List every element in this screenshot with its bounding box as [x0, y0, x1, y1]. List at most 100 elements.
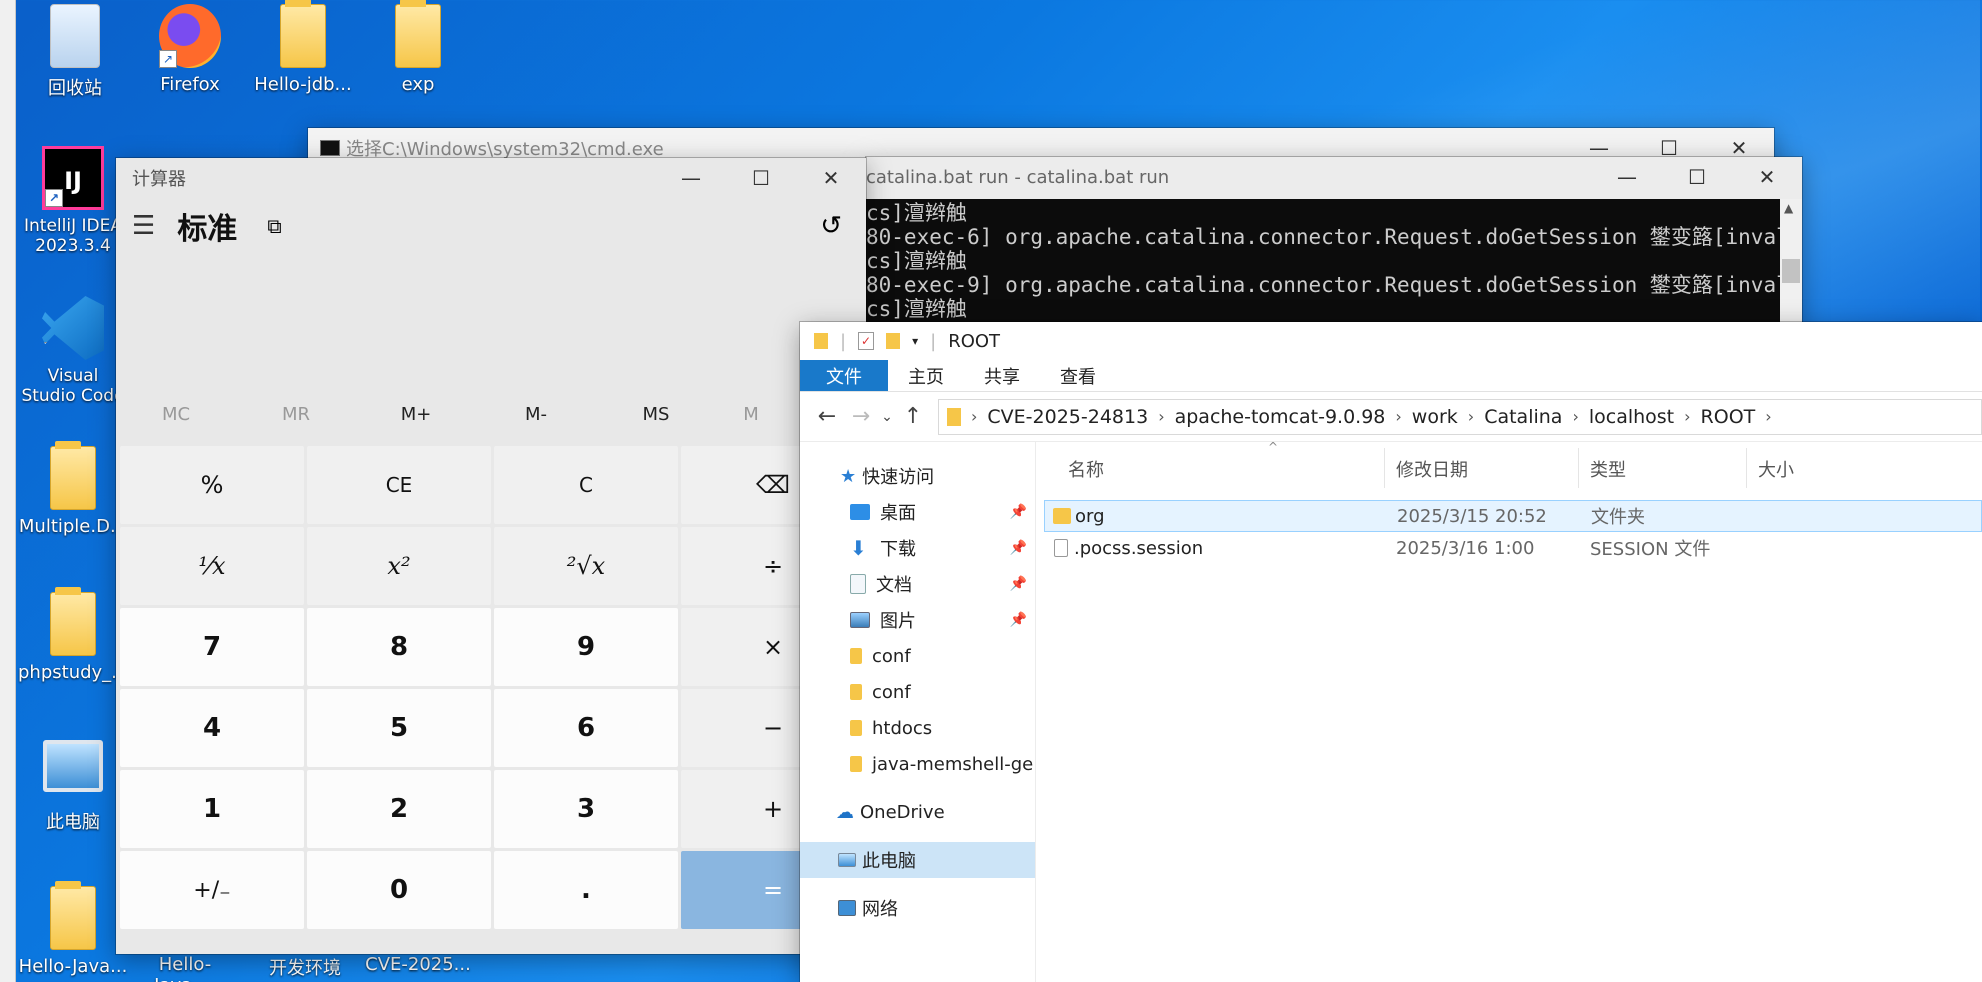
- square-button[interactable]: x²: [307, 527, 491, 605]
- calculator-window[interactable]: 计算器 — ☐ ✕ ☰ 标准 ⧉ ↺ MC MR M+ M- MS M % CE…: [116, 158, 866, 954]
- memory-clear-button[interactable]: MC: [116, 404, 236, 425]
- memory-recall-button[interactable]: MR: [236, 404, 356, 425]
- tab-view[interactable]: 查看: [1040, 360, 1116, 391]
- nav-htdocs[interactable]: htdocs: [800, 710, 1035, 746]
- console-scrollbar[interactable]: ▲: [1780, 199, 1802, 327]
- digit-1-button[interactable]: 1: [120, 770, 304, 848]
- scrollbar-thumb[interactable]: [1782, 259, 1800, 283]
- console-output[interactable]: cs]澶辫触 80-exec-6] org.apache.catalina.con…: [866, 199, 1780, 327]
- recent-locations-icon[interactable]: ⌄: [878, 409, 896, 425]
- tab-share[interactable]: 共享: [964, 360, 1040, 391]
- square-root-button[interactable]: ²√x: [494, 527, 678, 605]
- desktop-icon-multiple[interactable]: Multiple.D...: [18, 441, 128, 537]
- desktop-icon-hello-java-1[interactable]: Hello-Java...: [18, 881, 128, 977]
- close-button[interactable]: ✕: [1732, 157, 1802, 197]
- computer-icon: [43, 740, 103, 792]
- minimize-button[interactable]: —: [656, 158, 726, 198]
- digit-3-button[interactable]: 3: [494, 770, 678, 848]
- column-size[interactable]: 大小: [1758, 456, 1794, 482]
- column-type[interactable]: 类型: [1590, 456, 1626, 482]
- up-button[interactable]: ↑: [896, 404, 930, 429]
- desktop-icon-hello-java-2[interactable]: Hello-Java-...: [130, 954, 240, 982]
- column-divider: [1384, 448, 1385, 488]
- keep-on-top-icon[interactable]: ⧉: [267, 214, 281, 238]
- console-line: 80-exec-9] org.apache.catalina.connector…: [866, 273, 1780, 297]
- folder-icon: [1053, 508, 1071, 524]
- digit-0-button[interactable]: 0: [307, 851, 491, 929]
- forward-button[interactable]: →: [844, 404, 878, 429]
- address-bar[interactable]: › CVE-2025-24813 › apache-tomcat-9.0.98 …: [938, 398, 1982, 435]
- nav-onedrive[interactable]: ☁ OneDrive: [800, 794, 1035, 830]
- digit-7-button[interactable]: 7: [120, 608, 304, 686]
- file-row[interactable]: .pocss.session 2025/3/16 1:00 SESSION 文件: [1044, 532, 1982, 564]
- breadcrumb-item[interactable]: apache-tomcat-9.0.98: [1175, 406, 1386, 428]
- maximize-button[interactable]: ☐: [726, 158, 796, 198]
- nav-documents[interactable]: 文档 📌: [800, 566, 1035, 602]
- close-button[interactable]: ✕: [796, 158, 866, 198]
- reciprocal-button[interactable]: ¹⁄x: [120, 527, 304, 605]
- digit-9-button[interactable]: 9: [494, 608, 678, 686]
- breadcrumb-item[interactable]: CVE-2025-24813: [987, 406, 1148, 428]
- desktop-icon-hello-jdbc[interactable]: Hello-jdb...: [248, 0, 358, 95]
- clear-button[interactable]: C: [494, 446, 678, 524]
- breadcrumb-item[interactable]: work: [1412, 406, 1458, 428]
- nav-quick-access[interactable]: ★ 快速访问: [800, 458, 1035, 494]
- column-date[interactable]: 修改日期: [1396, 456, 1468, 482]
- folder-icon: [850, 648, 862, 664]
- breadcrumb-item[interactable]: ROOT: [1701, 406, 1756, 428]
- negate-button[interactable]: +/₋: [120, 851, 304, 929]
- breadcrumb-item[interactable]: Catalina: [1484, 406, 1562, 428]
- cmd-window-catalina[interactable]: catalina.bat run - catalina.bat run — ☐ …: [866, 157, 1802, 327]
- desktop-icon-vscode[interactable]: ↗ Visual Studio Code: [18, 296, 128, 406]
- desktop-icon-intellij[interactable]: IJ ↗ IntelliJ IDEA 2023.3.4: [18, 146, 128, 256]
- desktop-icon-firefox[interactable]: ↗ Firefox: [135, 4, 245, 95]
- back-button[interactable]: ←: [810, 404, 844, 429]
- nav-java-memshell[interactable]: java-memshell-ge: [800, 746, 1035, 782]
- properties-icon[interactable]: ✓: [858, 332, 875, 350]
- tab-file[interactable]: 文件: [800, 360, 888, 391]
- nav-downloads[interactable]: ⬇ 下载 📌: [800, 530, 1035, 566]
- nav-pictures[interactable]: 图片 📌: [800, 602, 1035, 638]
- digit-5-button[interactable]: 5: [307, 689, 491, 767]
- hamburger-menu-icon[interactable]: ☰: [132, 211, 155, 241]
- clear-entry-button[interactable]: CE: [307, 446, 491, 524]
- digit-8-button[interactable]: 8: [307, 608, 491, 686]
- nav-network[interactable]: 网络: [800, 890, 1035, 926]
- desktop-icon-phpstudy[interactable]: phpstudy_...: [18, 587, 128, 683]
- desktop-icon-this-pc[interactable]: 此电脑: [18, 740, 128, 834]
- digit-2-button[interactable]: 2: [307, 770, 491, 848]
- desktop-icon-dev-env[interactable]: 开发环境: [250, 954, 360, 980]
- new-folder-icon[interactable]: [886, 333, 901, 349]
- column-name[interactable]: 名称: [1068, 456, 1104, 482]
- minimize-button[interactable]: —: [1592, 157, 1662, 197]
- nav-conf-1[interactable]: conf: [800, 638, 1035, 674]
- history-icon[interactable]: ↺: [820, 211, 842, 241]
- file-row[interactable]: org 2025/3/15 20:52 文件夹: [1044, 500, 1982, 532]
- memory-list-button[interactable]: M: [716, 404, 786, 425]
- digit-4-button[interactable]: 4: [120, 689, 304, 767]
- decimal-button[interactable]: .: [494, 851, 678, 929]
- nav-this-pc[interactable]: 此电脑: [800, 842, 1035, 878]
- memory-subtract-button[interactable]: M-: [476, 404, 596, 425]
- desktop-icon-exp[interactable]: exp: [363, 0, 473, 95]
- nav-desktop[interactable]: 桌面 📌: [800, 494, 1035, 530]
- percent-button[interactable]: %: [120, 446, 304, 524]
- memory-store-button[interactable]: MS: [596, 404, 716, 425]
- chevron-right-icon: ›: [1395, 407, 1402, 426]
- scroll-up-icon[interactable]: ▲: [1784, 201, 1793, 215]
- calculator-title: 计算器: [132, 169, 186, 190]
- shortcut-arrow-icon: ↗: [45, 189, 63, 207]
- file-explorer-window[interactable]: | ✓ ▾ | ROOT 文件 主页 共享 查看 ← → ⌄ ↑ › CVE-2…: [800, 322, 1982, 982]
- tab-home[interactable]: 主页: [888, 360, 964, 391]
- maximize-button[interactable]: ☐: [1662, 157, 1732, 197]
- memory-add-button[interactable]: M+: [356, 404, 476, 425]
- pin-icon: 📌: [1009, 540, 1027, 556]
- nav-conf-2[interactable]: conf: [800, 674, 1035, 710]
- digit-6-button[interactable]: 6: [494, 689, 678, 767]
- chevron-right-icon: ›: [1572, 407, 1579, 426]
- desktop-icon-recycle-bin[interactable]: 回收站: [20, 4, 130, 100]
- desktop-icon-cve[interactable]: CVE-2025...: [363, 954, 473, 975]
- computer-icon: [838, 853, 856, 867]
- breadcrumb-item[interactable]: localhost: [1589, 406, 1674, 428]
- customize-qat-icon[interactable]: ▾: [912, 334, 918, 348]
